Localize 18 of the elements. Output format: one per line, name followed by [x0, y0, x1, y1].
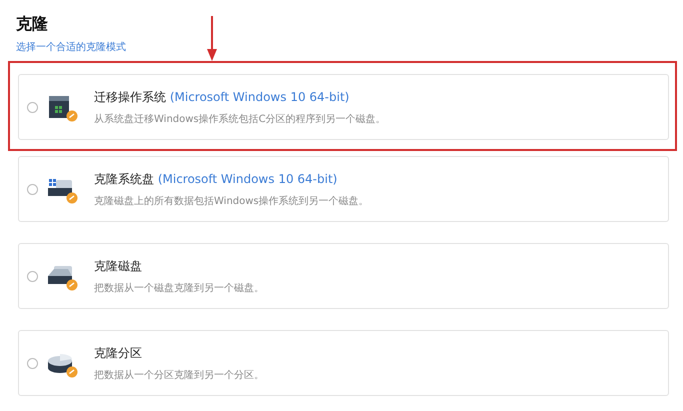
radio-button[interactable] — [27, 184, 38, 194]
radio-button[interactable] — [27, 102, 38, 112]
radio-button[interactable] — [27, 358, 38, 368]
option-description: 克隆磁盘上的所有数据包括Windows操作系统到另一个磁盘。 — [94, 194, 369, 208]
option-title: 迁移操作系统 (Microsoft Windows 10 64-bit) — [94, 88, 350, 106]
radio-button[interactable] — [27, 270, 38, 282]
option-description: 从系统盘迁移Windows操作系统包括C分区的程序到另一个磁盘。 — [94, 112, 386, 126]
page-title: 克隆 — [16, 14, 49, 35]
page-subtitle: 选择一个合适的克隆模式 — [16, 40, 127, 54]
option-description: 把数据从一个磁盘克隆到另一个磁盘。 — [94, 282, 264, 294]
clone-option-card[interactable]: 克隆分区 把数据从一个分区克隆到另一个分区。 — [18, 330, 669, 396]
clone-option-card[interactable]: 克隆磁盘 把数据从一个磁盘克隆到另一个磁盘。 — [18, 243, 669, 309]
clone-option-card[interactable]: 迁移操作系统 (Microsoft Windows 10 64-bit) 从系统盘迁移Windows操作系统包括C分区的程序到另一个磁盘。 — [18, 74, 669, 140]
option-description: 把数据从一个分区克隆到另一个分区。 — [94, 368, 264, 382]
option-title: 克隆分区 — [94, 344, 143, 362]
option-title: 克隆系统盘 (Microsoft Windows 10 64-bit) — [94, 170, 338, 188]
clone-option-card[interactable]: 克隆系统盘 (Microsoft Windows 10 64-bit) 克隆磁盘上的所有数据包括Windows操作系统到另一个磁盘。 — [18, 156, 669, 222]
option-title: 克隆磁盘 — [94, 258, 143, 274]
